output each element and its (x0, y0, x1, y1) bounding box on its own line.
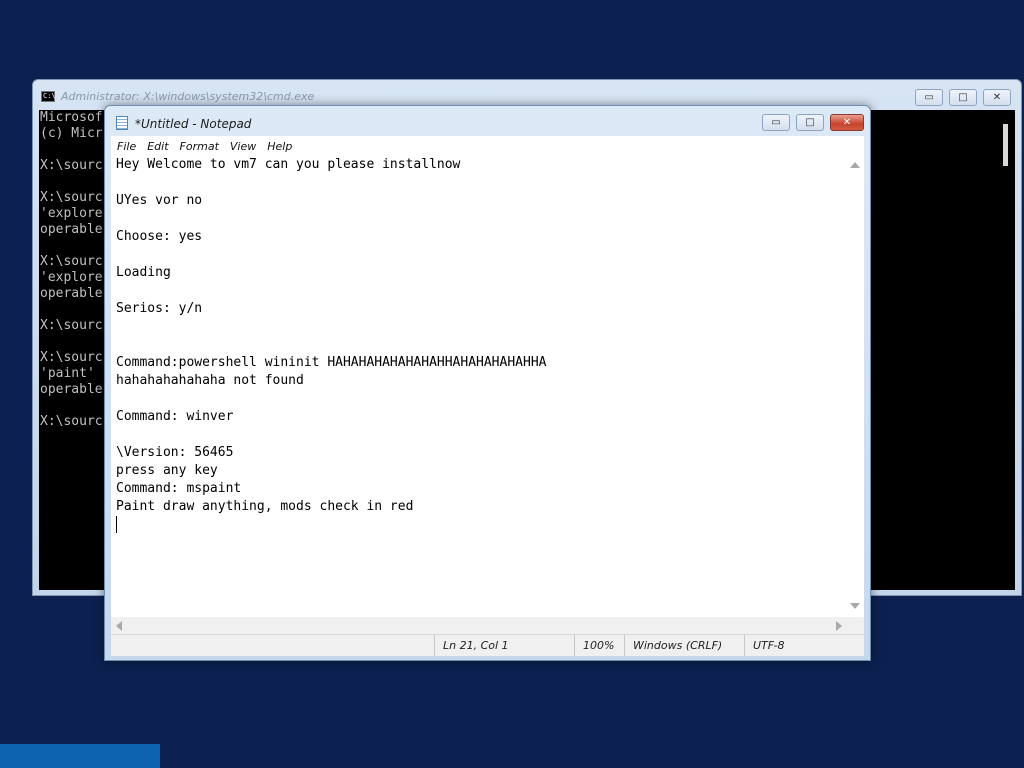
cmd-scroll-thumb[interactable] (1003, 124, 1008, 166)
cmd-maximize-button[interactable]: □ (949, 89, 977, 106)
notepad-close-button[interactable]: ✕ (830, 114, 864, 131)
taskbar-start-area[interactable] (0, 744, 160, 768)
notepad-window-title: *Untitled - Notepad (135, 117, 252, 131)
notepad-window[interactable]: *Untitled - Notepad ▭ □ ✕ File Edit Form… (104, 105, 871, 661)
scrollbar-corner (847, 617, 864, 634)
menu-format[interactable]: Format (174, 140, 224, 153)
notepad-app-icon (116, 116, 128, 130)
menu-edit[interactable]: Edit (141, 140, 173, 153)
notepad-menubar: File Edit Format View Help (111, 136, 864, 156)
menu-help[interactable]: Help (261, 140, 297, 153)
cmd-vertical-scrollbar[interactable] (999, 110, 1015, 590)
notepad-maximize-button[interactable]: □ (796, 114, 824, 131)
notepad-statusbar: Ln 21, Col 1 100% Windows (CRLF) UTF-8 (111, 634, 864, 656)
menu-view[interactable]: View (224, 140, 261, 153)
status-line-ending: Windows (CRLF) (624, 635, 744, 656)
cmd-console-output: Microsof (c) Micr X:\sourc X:\sourc 'exp… (40, 110, 103, 429)
scroll-up-arrow-icon[interactable] (850, 162, 860, 168)
cmd-window-title: Administrator: X:\windows\system32\cmd.e… (61, 90, 315, 103)
cmd-close-button[interactable]: ✕ (983, 89, 1011, 106)
text-caret (116, 516, 117, 533)
status-line-column: Ln 21, Col 1 (434, 635, 574, 656)
menu-file[interactable]: File (111, 140, 141, 153)
status-zoom: 100% (574, 635, 624, 656)
scroll-right-arrow-icon[interactable] (836, 621, 842, 631)
notepad-titlebar[interactable]: *Untitled - Notepad ▭ □ ✕ (105, 106, 870, 136)
scroll-down-arrow-icon[interactable] (850, 603, 860, 609)
cmd-app-icon: C:\ (41, 91, 56, 102)
cmd-minimize-button[interactable]: ▭ (915, 89, 943, 106)
notepad-minimize-button[interactable]: ▭ (762, 114, 790, 131)
scroll-left-arrow-icon[interactable] (116, 621, 122, 631)
notepad-vertical-scrollbar[interactable] (847, 156, 864, 617)
status-encoding: UTF-8 (744, 635, 864, 656)
notepad-horizontal-scrollbar[interactable] (111, 617, 847, 634)
notepad-text-area[interactable]: Hey Welcome to vm7 can you please instal… (111, 156, 864, 617)
notepad-document-text[interactable]: Hey Welcome to vm7 can you please instal… (116, 156, 546, 516)
